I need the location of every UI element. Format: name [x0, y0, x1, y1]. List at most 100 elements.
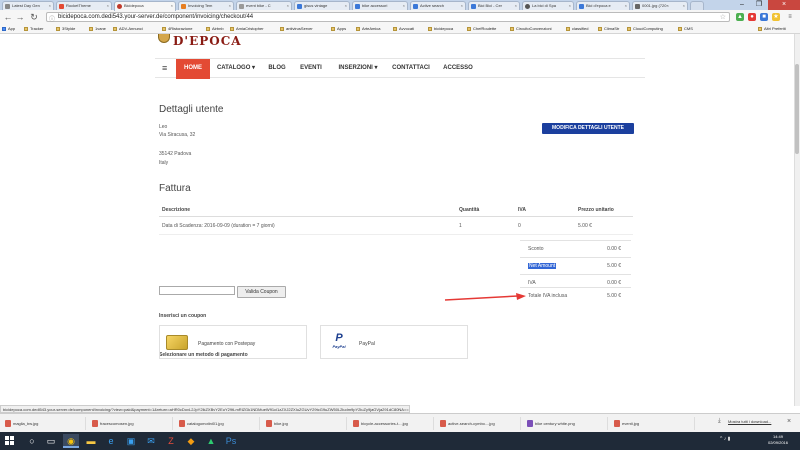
close-icon[interactable]: × — [229, 3, 231, 8]
close-icon[interactable]: × — [287, 3, 289, 8]
forward-arrow-icon[interactable]: → — [15, 12, 25, 22]
browser-tab[interactable]: Invoicing Tem × — [178, 1, 234, 10]
show-all-downloads-link[interactable]: Mostra tutti i download... — [728, 419, 771, 424]
edge-icon[interactable]: e — [103, 434, 119, 448]
maximize-icon[interactable]: ❐ — [751, 0, 767, 10]
close-icon[interactable]: × — [171, 3, 173, 8]
browser-tab[interactable]: La bici di Spa × — [522, 1, 574, 10]
bookmark-item[interactable]: antivirusServer — [280, 25, 313, 33]
close-icon[interactable]: × — [515, 3, 517, 8]
browser-tab[interactable]: Bici d'epoca e × — [576, 1, 630, 10]
clock[interactable]: 14:49 02/09/2016 — [760, 434, 796, 446]
image-file-icon — [179, 420, 185, 427]
close-icon[interactable]: × — [345, 3, 347, 8]
store-icon[interactable]: ▣ — [123, 434, 139, 448]
bookmark-item[interactable]: Tracker — [24, 25, 43, 33]
bookmark-item[interactable]: ClimaStr — [598, 25, 619, 33]
bookmark-item[interactable]: ArteAmica — [356, 25, 380, 33]
filezilla-icon[interactable]: Z — [163, 434, 179, 448]
scrollbar-thumb[interactable] — [795, 64, 799, 154]
nav-inserzioni[interactable]: INSERZIONI ▾ — [331, 59, 385, 79]
bookmark-item[interactable]: Apps — [331, 25, 346, 33]
nav-accesso[interactable]: ACCESSO — [437, 59, 479, 79]
nav-catalogo[interactable]: CATALOGO ▾ — [213, 59, 259, 79]
bookmark-item[interactable]: Avvocati — [393, 25, 414, 33]
nav-blog[interactable]: BLOG — [263, 59, 291, 79]
extension-icon[interactable]: ▲ — [736, 13, 744, 21]
bookmark-item[interactable]: AmiaCristopher — [230, 25, 264, 33]
extension-icon[interactable]: ★ — [772, 13, 780, 21]
bookmark-item[interactable]: App — [2, 25, 15, 33]
browser-tab[interactable]: bike accessori × — [352, 1, 408, 10]
other-bookmarks[interactable]: Altri Preferiti — [758, 25, 786, 33]
payment-option-postepay[interactable]: Pagamento con Postepay — [159, 325, 307, 359]
app-icon[interactable]: ◆ — [183, 434, 199, 448]
payment-option-paypal[interactable]: P PayPal PayPal — [320, 325, 468, 359]
validate-coupon-button[interactable]: Valida Coupon — [237, 286, 286, 298]
extension-icon[interactable]: ● — [748, 13, 756, 21]
page-info-icon[interactable]: ⓘ — [49, 14, 55, 23]
download-item[interactable]: eventi.jpg — [611, 417, 695, 430]
download-item[interactable]: bike.jpg — [263, 417, 347, 430]
close-icon[interactable]: × — [625, 3, 627, 8]
photoshop-icon[interactable]: Ps — [223, 434, 239, 448]
browser-tab[interactable]: Active search × — [410, 1, 466, 10]
close-window-icon[interactable]: × — [768, 0, 800, 10]
bookmark-star-icon[interactable]: ☆ — [720, 13, 726, 21]
nav-home[interactable]: HOME — [176, 59, 210, 79]
bookmark-item[interactable]: ChefRoulette — [467, 25, 496, 33]
browser-tab[interactable]: gisus vintage × — [294, 1, 350, 10]
coupon-input[interactable] — [159, 286, 235, 295]
nav-eventi[interactable]: EVENTI — [295, 59, 327, 79]
extension-icon[interactable]: ■ — [760, 13, 768, 21]
bookmark-item[interactable]: classified — [566, 25, 588, 33]
menu-icon[interactable]: ≡ — [786, 13, 794, 21]
windows-start-icon[interactable] — [5, 436, 15, 446]
edit-user-details-button[interactable]: MODIFICA DETTAGLI UTENTE — [542, 123, 634, 134]
app-icon[interactable]: ▲ — [203, 434, 219, 448]
browser-tab[interactable]: event bike - C × — [236, 1, 292, 10]
close-icon[interactable]: × — [403, 3, 405, 8]
download-item[interactable]: fracescomosen.jpg — [89, 417, 173, 430]
mail-icon[interactable]: ✉ — [143, 434, 159, 448]
bookmark-item[interactable]: CircuitoConvenzioni — [510, 25, 552, 33]
close-icon[interactable]: × — [787, 418, 791, 425]
browser-tab[interactable]: RocketTheme × — [56, 1, 112, 10]
search-icon[interactable]: ○ — [24, 434, 40, 448]
download-item[interactable]: catalogomotini01.jpg — [176, 417, 260, 430]
close-icon[interactable]: × — [461, 3, 463, 8]
chrome-icon[interactable]: ◉ — [63, 434, 79, 448]
site-logo[interactable]: D'EPOCA — [173, 34, 242, 48]
bookmark-item[interactable]: bicidepoca — [428, 25, 453, 33]
bookmark-item[interactable]: 1vane — [89, 25, 106, 33]
back-arrow-icon[interactable]: ← — [3, 12, 13, 22]
download-item[interactable]: maglia_bw.jpg — [2, 417, 86, 430]
download-item[interactable]: active-search-cymbo....jpg — [437, 417, 521, 430]
bookmark-item[interactable]: 3Stylde — [56, 25, 75, 33]
close-icon[interactable]: × — [683, 3, 685, 8]
bookmark-item[interactable]: 4Ristorazione — [162, 25, 192, 33]
hamburger-menu-icon[interactable]: ≡ — [162, 63, 167, 73]
download-item[interactable]: bike century white.png — [524, 417, 608, 430]
close-icon[interactable]: × — [107, 3, 109, 8]
file-explorer-icon[interactable]: ▬ — [83, 434, 99, 448]
close-icon[interactable]: × — [49, 3, 51, 8]
nav-contattaci[interactable]: CONTATTACI — [389, 59, 433, 79]
browser-tab[interactable]: Bici Bici - Cer × — [468, 1, 520, 10]
minimize-icon[interactable]: – — [734, 0, 750, 10]
url-input[interactable]: ⓘ bicidepoca.com.dedi543.your-server.de/… — [46, 12, 730, 23]
download-item[interactable]: bicycle-accessories-t....jpg — [350, 417, 434, 430]
browser-tab[interactable]: Latest Day Gen × — [2, 1, 54, 10]
browser-tab-active[interactable]: Bicidepoca × — [114, 1, 176, 11]
new-tab-button[interactable] — [690, 1, 704, 10]
browser-tab[interactable]: 0001.jpg (720× × — [632, 1, 688, 10]
task-view-icon[interactable]: ▭ — [43, 434, 59, 448]
reload-icon[interactable]: ↻ — [29, 12, 39, 22]
bookmark-item[interactable]: ADV-Annunci — [113, 25, 143, 33]
bookmark-item[interactable]: CMS — [678, 25, 693, 33]
bookmark-item[interactable]: CloudComputing — [627, 25, 663, 33]
bookmark-item[interactable]: Airbnb — [206, 25, 224, 33]
close-icon[interactable]: × — [569, 3, 571, 8]
system-tray[interactable]: ^ ♪ ▮ — [720, 436, 730, 442]
tab-title: 0001.jpg (720× — [642, 3, 669, 8]
